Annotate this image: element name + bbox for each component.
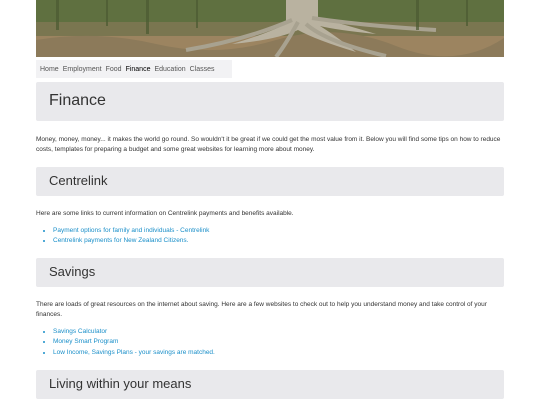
nav-food[interactable]: Food — [106, 66, 122, 73]
nav-home[interactable]: Home — [40, 66, 59, 73]
link-money-smart[interactable]: Money Smart Program — [53, 338, 118, 345]
list-item: Money Smart Program — [53, 337, 215, 347]
nav-employment[interactable]: Employment — [63, 66, 102, 73]
savings-header: Savings — [36, 258, 504, 287]
list-item: Payment options for family and individua… — [53, 226, 209, 236]
living-heading: Living within your means — [49, 376, 192, 391]
list-item: Low Income, Savings Plans - your savings… — [53, 348, 215, 358]
savings-heading: Savings — [49, 264, 96, 279]
link-low-income-savings[interactable]: Low Income, Savings Plans - your savings… — [53, 349, 215, 356]
finance-intro: Money, money, money... it makes the worl… — [36, 136, 501, 153]
nav-classes[interactable]: Classes — [190, 66, 215, 73]
list-item: Centrelink payments for New Zealand Citi… — [53, 236, 209, 246]
page-title: Finance — [49, 92, 106, 109]
centrelink-heading: Centrelink — [49, 173, 108, 188]
list-item: Savings Calculator — [53, 327, 215, 337]
top-nav: Home Employment Food Finance Education C… — [36, 60, 232, 78]
centrelink-intro: Here are some links to current informati… — [36, 210, 294, 217]
nav-education[interactable]: Education — [154, 66, 185, 73]
link-savings-calculator[interactable]: Savings Calculator — [53, 328, 107, 335]
nav-finance[interactable]: Finance — [126, 66, 151, 73]
tree-roots-photo — [36, 0, 504, 57]
finance-header: Finance — [36, 82, 504, 121]
link-payment-options[interactable]: Payment options for family and individua… — [53, 227, 209, 234]
savings-links: Savings Calculator Money Smart Program L… — [36, 327, 215, 358]
centrelink-links: Payment options for family and individua… — [36, 226, 209, 247]
living-header: Living within your means — [36, 370, 504, 399]
link-nz-citizens[interactable]: Centrelink payments for New Zealand Citi… — [53, 237, 188, 244]
savings-intro: There are loads of great resources on th… — [36, 301, 487, 318]
hero-image — [36, 0, 504, 57]
centrelink-header: Centrelink — [36, 167, 504, 196]
